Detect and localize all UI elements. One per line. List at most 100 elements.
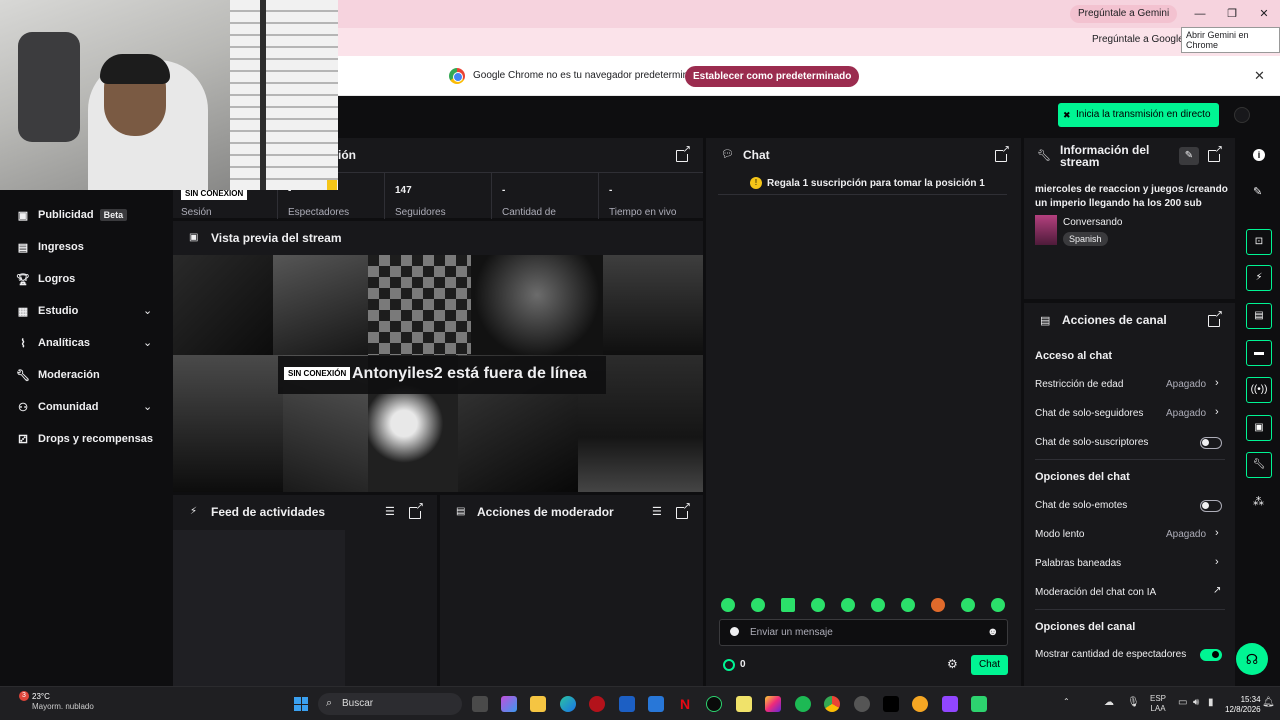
sidebar-item-publicidad[interactable]: ▣ Publicidad Beta [16, 205, 128, 225]
chevron-right-icon[interactable]: › [1215, 377, 1219, 389]
notes-icon[interactable] [736, 696, 752, 712]
chat-bubble-icon[interactable]: ▬ [1246, 340, 1272, 366]
emote-icon[interactable] [961, 598, 975, 612]
sidebar-item-logros[interactable]: 🏆︎ Logros [16, 269, 75, 289]
obs-icon[interactable] [854, 696, 870, 712]
notifications-icon[interactable]: 🔔︎ [1262, 697, 1275, 708]
sidebar-item-estudio[interactable]: ▦ Estudio [16, 301, 79, 321]
opera-icon[interactable] [589, 696, 605, 712]
edit-pencil-icon[interactable]: ✎ [1179, 147, 1199, 165]
sidebar-item-ingresos[interactable]: ▤ Ingresos [16, 237, 84, 257]
chevron-down-icon[interactable]: ⌄ [143, 336, 152, 349]
slow-mode-label[interactable]: Modo lento [1035, 529, 1084, 540]
send-chat-button[interactable]: Chat [971, 655, 1008, 675]
emotes-only-toggle[interactable] [1200, 500, 1222, 512]
emote-icon[interactable] [841, 598, 855, 612]
cloud-icon[interactable]: ☁ [1104, 697, 1114, 708]
document-icon[interactable]: ▤ [1246, 303, 1272, 329]
emote-icon[interactable] [781, 598, 795, 612]
external-link-icon[interactable]: ↗ [1213, 585, 1221, 596]
emote-icon[interactable] [871, 598, 885, 612]
close-window-button[interactable]: ✕ [1248, 0, 1280, 28]
chevron-down-icon[interactable]: ⌄ [143, 304, 152, 317]
chevron-right-icon[interactable]: › [1215, 556, 1219, 568]
emote-icon[interactable] [811, 598, 825, 612]
file-explorer-icon[interactable] [530, 696, 546, 712]
maximize-button[interactable]: ❐ [1216, 0, 1248, 28]
help-button[interactable]: ☊ [1236, 643, 1268, 675]
popout-icon[interactable] [1208, 309, 1223, 327]
volume-icon[interactable]: 🔊︎ [1193, 697, 1199, 708]
start-button[interactable] [294, 697, 308, 711]
sidebar-item-drops[interactable]: ⚂ Drops y recompensas [16, 429, 153, 449]
ask-google-button[interactable]: Pregúntale a Google [1092, 34, 1184, 45]
subs-only-toggle[interactable] [1200, 437, 1222, 449]
copilot-icon[interactable] [501, 696, 517, 712]
sidebar-item-moderacion[interactable]: 🔧︎ Moderación [16, 365, 100, 385]
network-icon[interactable]: ▭ [1178, 697, 1187, 708]
store-icon[interactable] [648, 696, 664, 712]
chat-input[interactable]: Enviar un mensaje ☻ [719, 619, 1008, 646]
hype-banner[interactable]: Regala 1 suscripción para tomar la posic… [767, 178, 985, 189]
popout-icon[interactable] [676, 501, 691, 519]
emoji-icon[interactable]: ☻ [987, 626, 999, 638]
minimize-button[interactable]: — [1184, 0, 1216, 28]
add-actions-icon[interactable]: ⁂ [1253, 495, 1264, 508]
edit-pencil-icon[interactable]: ✎ [1253, 185, 1262, 198]
filter-icon[interactable]: ☰ [385, 505, 395, 518]
battery-icon[interactable]: ▮ [1208, 697, 1214, 708]
chevron-right-icon[interactable]: › [1215, 527, 1219, 539]
gemini-button[interactable]: Pregúntale a Gemini [1070, 5, 1178, 23]
show-viewers-toggle[interactable] [1200, 649, 1222, 661]
filter-icon[interactable]: ☰ [652, 505, 662, 518]
broadcast-icon[interactable]: ((•)) [1246, 377, 1272, 403]
clock[interactable]: 15:34 12/8/2026 [1225, 695, 1261, 715]
spotify-icon[interactable] [795, 696, 811, 712]
emote-icon[interactable] [901, 598, 915, 612]
category-name[interactable]: Conversando [1063, 217, 1122, 228]
taskview-icon[interactable] [472, 696, 488, 712]
netflix-icon[interactable]: N [677, 696, 693, 712]
sidebar-item-analiticas[interactable]: ⌇ Analíticas [16, 333, 90, 353]
chevron-up-icon[interactable]: ⌃ [1063, 697, 1070, 706]
twitch-icon[interactable] [942, 696, 958, 712]
avatar[interactable] [1234, 107, 1250, 123]
upwork-icon[interactable] [706, 696, 722, 712]
emote-icon[interactable] [931, 598, 945, 612]
chevron-right-icon[interactable]: › [1215, 406, 1219, 418]
microphone-icon[interactable]: 🎙︎ [1127, 697, 1140, 708]
go-live-button[interactable]: Inicia la transmisión en directo [1058, 103, 1219, 127]
instagram-icon[interactable] [765, 696, 781, 712]
banned-words-label[interactable]: Palabras baneadas [1035, 558, 1121, 569]
wrench-icon[interactable]: 🔧︎ [1246, 452, 1272, 478]
language-indicator[interactable]: ESP LAA [1150, 694, 1166, 714]
popout-icon[interactable] [995, 144, 1010, 162]
followers-only-label[interactable]: Chat de solo-seguidores [1035, 408, 1143, 419]
chrome-icon[interactable] [824, 696, 840, 712]
emote-icon[interactable] [991, 598, 1005, 612]
popout-icon[interactable] [409, 501, 424, 519]
bolt-icon[interactable]: ⚡︎ [1246, 265, 1272, 291]
popout-icon[interactable] [676, 144, 691, 162]
app-icon[interactable] [912, 696, 928, 712]
weather-widget[interactable]: 23°C Mayorm. nublado [32, 692, 94, 712]
age-restriction-label[interactable]: Restricción de edad [1035, 379, 1123, 390]
popout-icon[interactable] [1208, 144, 1223, 162]
clip-icon[interactable]: ⊡ [1246, 229, 1272, 255]
printer-icon[interactable]: ▣ [1246, 415, 1272, 441]
chevron-down-icon[interactable]: ⌄ [143, 400, 152, 413]
ai-moderation-label[interactable]: Moderación del chat con IA [1035, 587, 1156, 598]
close-icon[interactable]: ✕ [1254, 68, 1265, 84]
emote-icon[interactable] [721, 598, 735, 612]
security-icon[interactable] [619, 696, 635, 712]
taskbar-search[interactable]: ⌕ Buscar [318, 693, 462, 715]
sidebar-item-comunidad[interactable]: ⚇ Comunidad [16, 397, 98, 417]
tiktok-icon[interactable] [883, 696, 899, 712]
set-default-button[interactable]: Establecer como predeterminado [685, 66, 860, 87]
utorrent-icon[interactable] [971, 696, 987, 712]
edge-icon[interactable] [560, 696, 576, 712]
info-icon[interactable]: i [1253, 149, 1265, 161]
settings-gear-icon[interactable]: ⚙ [947, 657, 958, 671]
emote-icon[interactable] [751, 598, 765, 612]
channel-points-icon[interactable] [723, 659, 735, 671]
